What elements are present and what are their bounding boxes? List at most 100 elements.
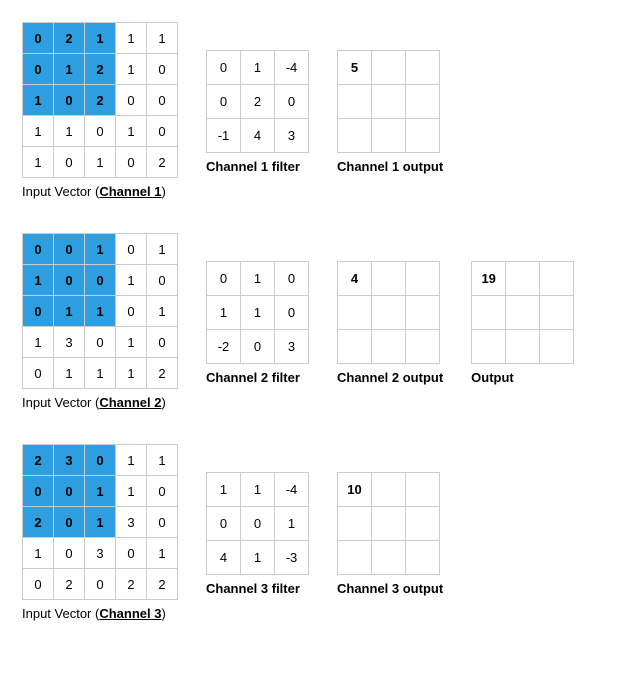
output-grid-ch2: 4········ <box>337 261 440 364</box>
input-grid-ch1: 0211101210102001101010102 <box>22 22 178 178</box>
input-grid-ch3-cell: 0 <box>54 476 85 507</box>
filter-grid-ch1-cell: 2 <box>241 85 275 119</box>
output-grid-ch3-cell: · <box>406 507 440 541</box>
input-grid-ch2-cell: 1 <box>116 358 147 389</box>
filter-caption: Channel 1 filter <box>206 159 300 174</box>
input-grid-ch1-cell: 0 <box>54 147 85 178</box>
input-grid-ch2-cell: 1 <box>147 296 178 327</box>
input-grid-ch1-cell: 2 <box>85 54 116 85</box>
input-caption: Input Vector (Channel 1) <box>22 184 166 199</box>
input-grid-ch2-cell: 1 <box>23 327 54 358</box>
filter-grid-ch3-cell: 0 <box>241 507 275 541</box>
input-grid-ch3-cell: 0 <box>116 538 147 569</box>
output-grid-ch1-cell: · <box>406 51 440 85</box>
output-grid-ch2-cell: · <box>338 296 372 330</box>
output-grid-ch3-cell: 10 <box>338 473 372 507</box>
filter-grid-ch3: 11-400141-3 <box>206 472 309 575</box>
input-grid-ch1-cell: 0 <box>23 54 54 85</box>
input-grid-ch2-cell: 0 <box>116 296 147 327</box>
output-grid-ch3-cell: · <box>372 473 406 507</box>
channel-row-2: 0010110010011011301001112Input Vector (C… <box>22 233 621 410</box>
input-grid-ch1-cell: 2 <box>85 85 116 116</box>
input-grid-ch2-cell: 0 <box>23 296 54 327</box>
filter-grid-ch1: 01-4020-143 <box>206 50 309 153</box>
output-grid-ch2-cell: · <box>372 296 406 330</box>
caption-suffix: ) <box>161 395 165 410</box>
input-grid-ch3-cell: 2 <box>23 445 54 476</box>
filter-grid-ch2-cell: 3 <box>275 330 309 364</box>
output-grid-ch3-cell: · <box>372 541 406 575</box>
filter-block-ch1: 01-4020-143 Channel 1 filter <box>206 22 309 174</box>
output-grid-ch1-cell: · <box>338 85 372 119</box>
input-grid-ch3-cell: 2 <box>54 569 85 600</box>
output-grid-ch2-cell: · <box>338 330 372 364</box>
input-grid-ch2-cell: 1 <box>54 358 85 389</box>
input-grid-ch1-cell: 1 <box>23 116 54 147</box>
input-grid-ch3-cell: 0 <box>54 507 85 538</box>
input-grid-ch3-cell: 1 <box>85 476 116 507</box>
input-grid-ch3-cell: 1 <box>85 507 116 538</box>
filter-grid-ch3-cell: 4 <box>207 541 241 575</box>
caption-prefix: Input Vector ( <box>22 606 99 621</box>
output-block-ch2: 4········Channel 2 output <box>337 233 443 385</box>
input-grid-ch3: 2301100110201301030102022 <box>22 444 178 600</box>
caption-channel-name: Channel 3 <box>99 606 161 621</box>
output-grid-ch1-cell: · <box>372 85 406 119</box>
input-grid-ch1-cell: 0 <box>116 147 147 178</box>
output-caption: Channel 3 output <box>337 581 443 596</box>
input-grid-ch2-cell: 1 <box>23 265 54 296</box>
input-block-ch1: 0211101210102001101010102 Input Vector (C… <box>22 22 178 199</box>
final-output-grid-cell: · <box>472 330 506 364</box>
final-output-grid-cell: · <box>506 262 540 296</box>
filter-grid-ch2-cell: -2 <box>207 330 241 364</box>
final-output-grid-cell: · <box>540 330 574 364</box>
input-grid-ch2-cell: 0 <box>116 234 147 265</box>
input-grid-ch1-cell: 1 <box>23 85 54 116</box>
channel-row-3: 2301100110201301030102022Input Vector (C… <box>22 444 621 621</box>
input-grid-ch3-cell: 1 <box>116 476 147 507</box>
output-grid-ch2-cell: · <box>372 330 406 364</box>
input-grid-ch3-cell: 3 <box>116 507 147 538</box>
filter-caption: Channel 2 filter <box>206 370 300 385</box>
input-grid-ch1-cell: 1 <box>147 23 178 54</box>
input-grid-ch2-cell: 0 <box>85 327 116 358</box>
input-grid-ch2-cell: 0 <box>85 265 116 296</box>
input-grid-ch2: 0010110010011011301001112 <box>22 233 178 389</box>
caption-suffix: ) <box>161 606 165 621</box>
input-grid-ch3-cell: 0 <box>147 507 178 538</box>
input-grid-ch3-cell: 2 <box>147 569 178 600</box>
input-grid-ch3-cell: 1 <box>147 538 178 569</box>
final-output-block: 19········Output <box>471 233 574 385</box>
input-grid-ch2-cell: 3 <box>54 327 85 358</box>
filter-grid-ch2-cell: 1 <box>241 296 275 330</box>
output-grid-ch3: 10········ <box>337 472 440 575</box>
output-grid-ch2-cell: · <box>406 262 440 296</box>
filter-grid-ch2-cell: 0 <box>275 296 309 330</box>
filter-grid-ch1-cell: 3 <box>275 119 309 153</box>
filter-grid-ch3-cell: 1 <box>241 473 275 507</box>
output-grid-ch3-cell: · <box>406 541 440 575</box>
caption-channel-name: Channel 1 <box>99 184 161 199</box>
input-block-ch3: 2301100110201301030102022Input Vector (C… <box>22 444 178 621</box>
input-grid-ch2-cell: 1 <box>116 265 147 296</box>
input-grid-ch2-cell: 0 <box>54 265 85 296</box>
input-grid-ch1-cell: 0 <box>147 85 178 116</box>
output-grid-ch2-cell: 4 <box>338 262 372 296</box>
filter-grid-ch3-cell: -4 <box>275 473 309 507</box>
output-caption: Channel 1 output <box>337 159 443 174</box>
input-grid-ch1-cell: 1 <box>85 147 116 178</box>
input-grid-ch3-cell: 0 <box>147 476 178 507</box>
output-block-ch1: 5········Channel 1 output <box>337 22 443 174</box>
input-grid-ch2-cell: 0 <box>147 265 178 296</box>
final-output-grid-cell: · <box>472 296 506 330</box>
filter-grid-ch3-cell: 1 <box>275 507 309 541</box>
input-grid-ch2-cell: 2 <box>147 358 178 389</box>
filter-grid-ch2: 010110-203 <box>206 261 309 364</box>
input-grid-ch1-cell: 0 <box>116 85 147 116</box>
filter-grid-ch1-cell: 4 <box>241 119 275 153</box>
final-output-caption: Output <box>471 370 514 385</box>
input-grid-ch3-cell: 1 <box>147 445 178 476</box>
input-grid-ch2-cell: 1 <box>85 358 116 389</box>
input-grid-ch2-cell: 1 <box>116 327 147 358</box>
output-grid-ch2-cell: · <box>406 296 440 330</box>
